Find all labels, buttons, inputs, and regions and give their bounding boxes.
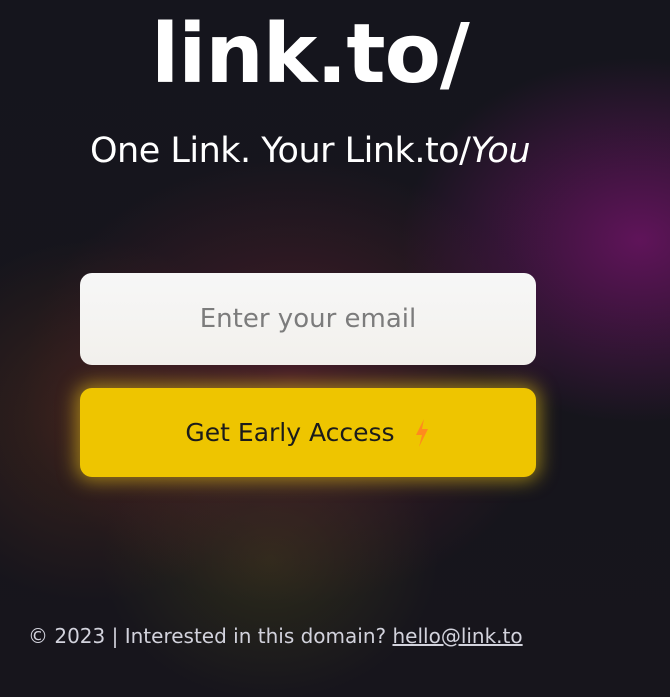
- email-input[interactable]: [80, 273, 536, 365]
- copyright: © 2023: [28, 624, 106, 648]
- tagline: One Link. Your Link.to/You: [0, 130, 620, 172]
- footer-separator: |: [111, 624, 119, 648]
- domain-inquiry-text: Interested in this domain?: [124, 624, 387, 648]
- tagline-emphasis: You: [470, 131, 531, 171]
- contact-email-link[interactable]: hello@link.to: [392, 624, 522, 648]
- lightning-bolt-icon: [415, 418, 428, 447]
- logo: link.to/: [151, 7, 470, 102]
- footer: © 2023 | Interested in this domain? hell…: [28, 624, 523, 648]
- tagline-main: One Link. Your Link.to/: [89, 131, 471, 171]
- get-early-access-label: Get Early Access: [185, 418, 395, 447]
- get-early-access-button[interactable]: Get Early Access: [80, 388, 536, 477]
